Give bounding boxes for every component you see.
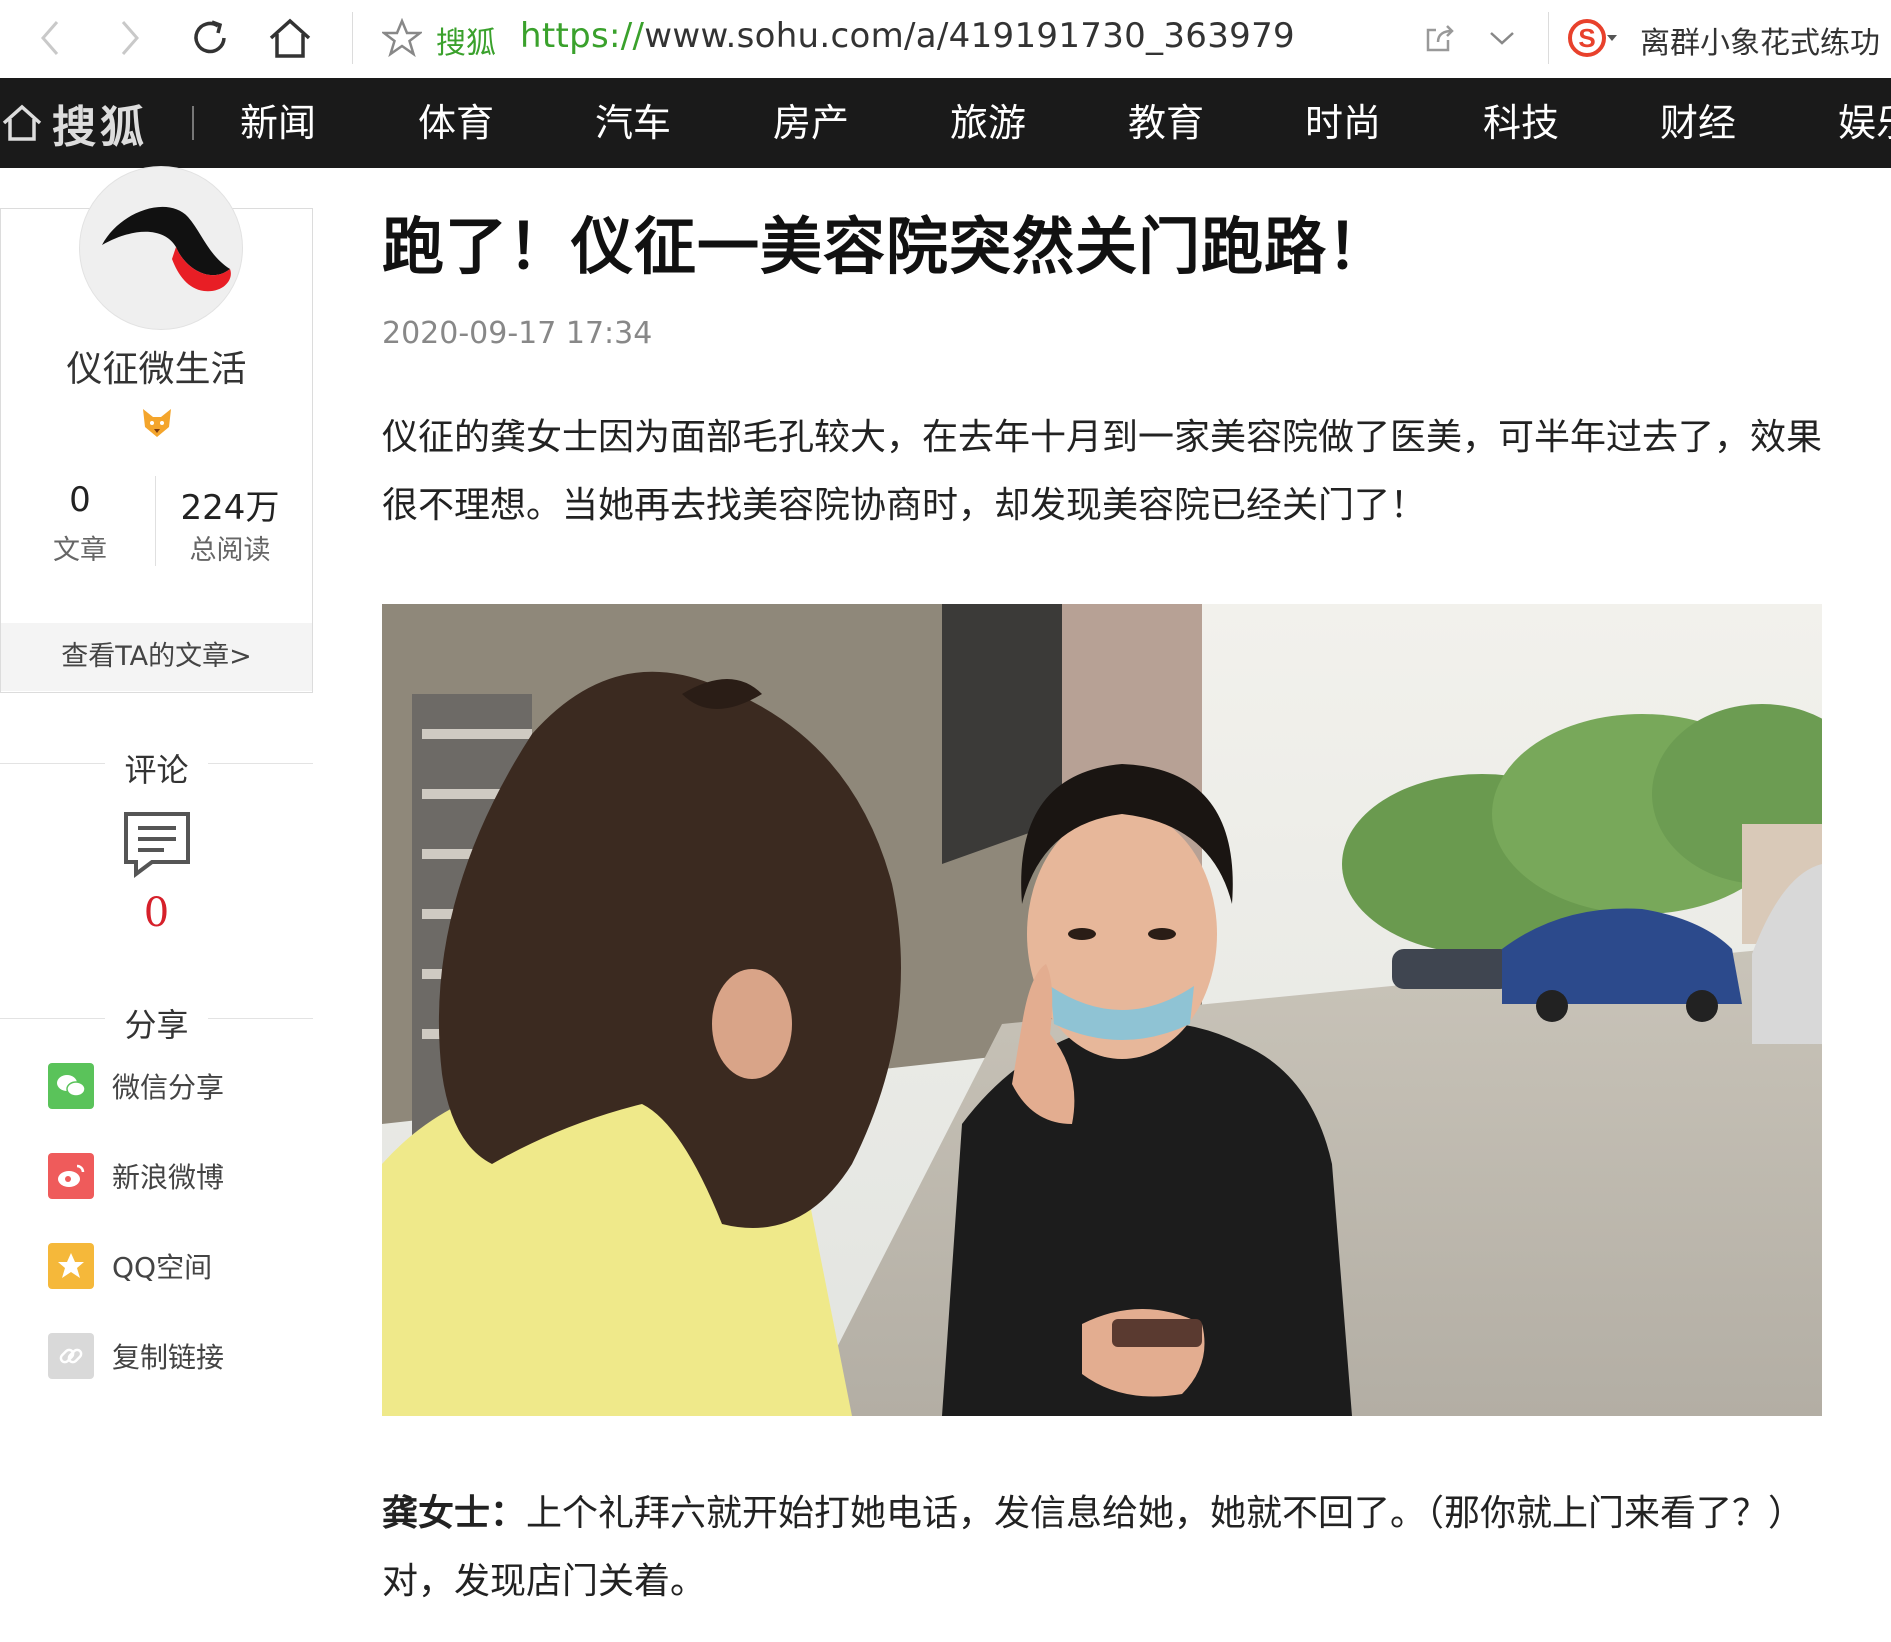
- article-intro: 仪征的龚女士因为面部毛孔较大，在去年十月到一家美容院做了医美，可半年过去了，效果…: [382, 417, 1823, 526]
- sogou-icon[interactable]: S: [1560, 8, 1630, 68]
- sogou-news-ticker[interactable]: 离群小象花式练功: [1640, 18, 1880, 62]
- quote-text: 上个礼拜六就开始打她电话，发信息给她，她就不回了。（那你就上门来看了？）对，发现…: [382, 1493, 1805, 1602]
- share-icon[interactable]: [1410, 8, 1470, 68]
- nav-item-travel[interactable]: 旅游: [950, 78, 1026, 168]
- article-count: 0: [69, 480, 91, 520]
- star-icon[interactable]: [372, 8, 432, 68]
- site-label: 搜狐: [436, 26, 496, 61]
- nav-item-fashion[interactable]: 时尚: [1305, 78, 1381, 168]
- back-icon[interactable]: [20, 8, 80, 68]
- url-path: www.sohu.com/a/419191730_363979: [644, 16, 1295, 56]
- article-photo[interactable]: [382, 604, 1822, 1416]
- copy-link-button[interactable]: 复制链接: [48, 1333, 224, 1379]
- article-title: 跑了！仪征一美容院突然关门跑路！: [382, 210, 1391, 283]
- forward-icon[interactable]: [100, 8, 160, 68]
- nav-divider: [192, 106, 194, 140]
- nav-item-realestate[interactable]: 房产: [773, 78, 849, 168]
- url-protocol: https://: [520, 16, 645, 56]
- chevron-down-icon[interactable]: [1472, 8, 1532, 68]
- sohu-home-link[interactable]: 搜狐: [0, 78, 148, 168]
- home-icon[interactable]: [260, 8, 320, 68]
- qzone-icon: [48, 1243, 94, 1289]
- view-author-articles-link[interactable]: 查看TA的文章>: [1, 623, 312, 691]
- toolbar-divider: [1548, 12, 1549, 64]
- nav-item-tech[interactable]: 科技: [1483, 78, 1559, 168]
- article-count-label: 文章: [53, 535, 107, 566]
- wechat-icon: [48, 1063, 94, 1109]
- stat-divider: [155, 476, 156, 566]
- site-nav: 搜狐 新闻 体育 汽车 房产 旅游 教育 时尚 科技 财经 娱乐: [0, 78, 1891, 168]
- nav-item-finance[interactable]: 财经: [1660, 78, 1736, 168]
- home-icon: [2, 104, 42, 141]
- nav-item-entertainment[interactable]: 娱乐: [1838, 78, 1891, 168]
- total-reads: 224万: [180, 488, 280, 528]
- share-wechat-button[interactable]: 微信分享: [48, 1063, 224, 1109]
- article-quote: 龚女士：上个礼拜六就开始打她电话，发信息给她，她就不回了。（那你就上门来看了？）…: [382, 1480, 1832, 1616]
- toolbar-divider: [352, 12, 353, 64]
- total-reads-label: 总阅读: [189, 535, 271, 566]
- fox-badge-icon: [139, 405, 175, 441]
- quote-speaker: 龚女士：: [382, 1493, 527, 1534]
- share-label: 复制链接: [112, 1341, 225, 1374]
- share-label: 新浪微博: [112, 1161, 225, 1194]
- share-weibo-button[interactable]: 新浪微博: [48, 1153, 224, 1199]
- comments-title: 评论: [124, 751, 189, 789]
- author-avatar[interactable]: [79, 166, 243, 330]
- share-qzone-button[interactable]: QQ空间: [48, 1243, 212, 1289]
- nav-item-auto[interactable]: 汽车: [595, 78, 671, 168]
- nav-item-news[interactable]: 新闻: [240, 78, 316, 168]
- comment-count[interactable]: 0: [0, 890, 313, 936]
- share-title: 分享: [124, 1006, 189, 1044]
- browser-toolbar: 搜狐 https://www.sohu.com/a/419191730_3639…: [0, 0, 1891, 79]
- weibo-icon: [48, 1153, 94, 1199]
- svg-text:S: S: [1578, 23, 1595, 53]
- reload-icon[interactable]: [180, 8, 240, 68]
- comment-icon[interactable]: [122, 810, 192, 878]
- article-date: 2020-09-17 17:34: [382, 316, 653, 351]
- author-name[interactable]: 仪征微生活: [0, 340, 313, 392]
- nav-item-education[interactable]: 教育: [1128, 78, 1204, 168]
- share-label: 微信分享: [112, 1071, 225, 1104]
- address-bar[interactable]: https://www.sohu.com/a/419191730_363979: [520, 16, 1295, 56]
- sohu-logo: 搜狐: [52, 102, 148, 153]
- link-icon: [48, 1333, 94, 1379]
- share-label: QQ空间: [112, 1251, 213, 1284]
- nav-item-sports[interactable]: 体育: [418, 78, 494, 168]
